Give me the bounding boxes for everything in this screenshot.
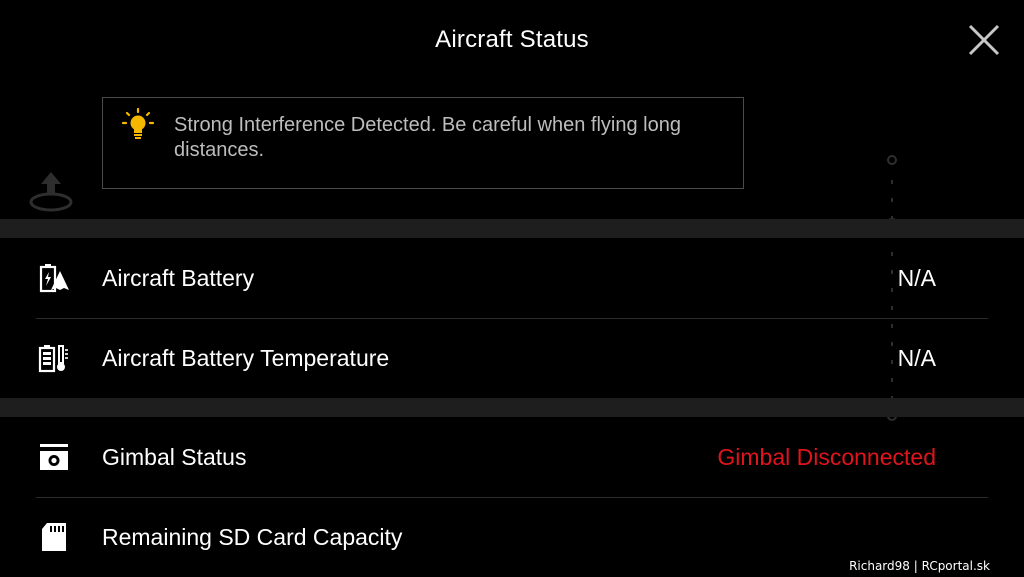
row-value: N/A bbox=[897, 265, 936, 291]
row-sd-card-capacity[interactable]: Remaining SD Card Capacity bbox=[36, 497, 988, 577]
aircraft-battery-icon bbox=[39, 264, 69, 293]
section-separator bbox=[0, 398, 1024, 417]
lightbulb-icon bbox=[121, 108, 155, 139]
row-label: Remaining SD Card Capacity bbox=[102, 524, 403, 550]
row-battery-temperature[interactable]: Aircraft Battery Temperature N/A bbox=[36, 318, 988, 398]
row-aircraft-battery[interactable]: Aircraft Battery N/A bbox=[36, 238, 988, 319]
interference-warning-banner: Strong Interference Detected. Be careful… bbox=[102, 97, 744, 189]
row-value: N/A bbox=[897, 345, 936, 371]
page-title: Aircraft Status bbox=[435, 26, 589, 53]
warning-message: Strong Interference Detected. Be careful… bbox=[174, 114, 681, 161]
close-icon[interactable] bbox=[966, 22, 1002, 58]
sd-card-icon bbox=[42, 523, 66, 551]
section-separator bbox=[0, 219, 1024, 238]
row-label: Aircraft Battery bbox=[102, 265, 255, 291]
row-gimbal-status[interactable]: Gimbal Status Gimbal Disconnected bbox=[36, 417, 988, 498]
gimbal-status-value: Gimbal Disconnected bbox=[717, 444, 936, 470]
watermark: Richard98 | RCportal.sk bbox=[849, 559, 990, 573]
row-label: Gimbal Status bbox=[102, 444, 247, 470]
battery-temperature-icon bbox=[38, 345, 68, 373]
gimbal-icon bbox=[40, 444, 68, 470]
header: Aircraft Status bbox=[0, 0, 1024, 80]
row-label: Aircraft Battery Temperature bbox=[102, 345, 390, 371]
takeoff-ghost-icon bbox=[29, 172, 73, 212]
